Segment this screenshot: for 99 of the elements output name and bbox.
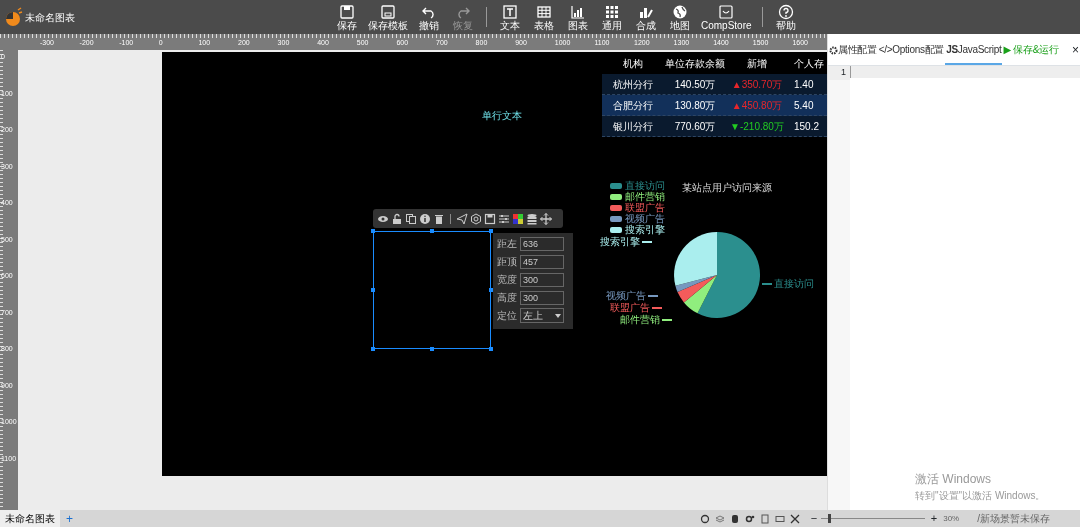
legend-label: 直接访问 [624,180,665,191]
legend-label: 邮件营销 [624,191,665,202]
text-label: 单行文本 [482,109,522,123]
fullscreen-icon[interactable] [789,513,800,524]
circle-icon[interactable] [699,513,710,524]
table-cell-text: 150.2 [793,119,820,134]
send-icon[interactable] [456,212,468,225]
table-cell-text: ▲350.70万 [730,77,784,92]
table-cell-text: ▼-210.80万 [729,119,785,134]
help-icon [777,3,794,20]
panel-tab[interactable]: 属性配置 [828,34,878,65]
slice-label: 直接访问 [774,278,814,289]
panel-tab[interactable]: </>Options配置 [877,34,946,65]
grid-icon [604,3,620,20]
app-title: 未命名图表 [25,10,75,25]
watermark-title: 激活 Windows [915,471,992,488]
slider-thumb[interactable] [828,514,832,523]
slice-label: 联盟广告 [610,302,650,313]
position-select[interactable]: 左上 [520,308,564,323]
table-cell-text: 130.80万 [673,98,717,113]
sliders-icon[interactable] [498,212,510,225]
toolbar-button[interactable]: 图表 [561,1,595,33]
toolbar-button[interactable]: 文本 [493,1,527,33]
slice-label: 邮件营销 [620,314,660,325]
text-icon [502,3,518,20]
trash-icon[interactable] [433,212,445,225]
input-field[interactable]: 457 [520,254,564,269]
input-field[interactable]: 300 [520,272,564,287]
document-icon[interactable] [759,513,770,524]
toolbar-button[interactable]: 保存 [330,1,364,33]
save-icon [339,3,355,20]
slice-label: 视频广告 [606,290,646,301]
scene-tab[interactable]: 未命名图表 [0,510,60,527]
toolbar-button[interactable]: 撤销 [412,1,446,33]
selection-frame[interactable] [373,231,491,349]
resize-handle[interactable] [430,347,434,351]
save-status: /新场景暂未保存 [977,512,1050,526]
field-label: 距左 [497,237,517,251]
field-label: 高度 [497,291,517,305]
table-cell-text: 770.60万 [673,119,717,134]
table-cell-text: 5.40 [793,98,814,113]
column-header: 机构 [622,56,644,71]
table-cell-text: 合肥分行 [612,98,654,113]
move-icon[interactable] [540,212,552,225]
legend-label: 搜索引擎 [624,224,665,235]
resize-handle[interactable] [371,229,375,233]
lock-icon[interactable] [391,212,403,225]
zoom-out-button[interactable]: − [809,512,819,525]
globe-icon [672,3,688,20]
field-label: 定位 [497,309,517,323]
caret-icon [555,313,561,318]
palette-icon[interactable] [512,212,524,225]
column-header: 个人存 [793,56,824,71]
run-button[interactable]: ▶ 保存&运行 [1002,42,1060,57]
resize-handle[interactable] [489,347,493,351]
toolbar-button[interactable]: 帮助 [768,1,803,33]
slice-label: 搜索引擎 [600,236,640,247]
line-number: 1 [828,66,850,80]
input-field[interactable]: 636 [520,236,564,251]
legend-label: 联盟广告 [624,202,665,213]
toolbar-button[interactable]: 表格 [527,1,561,33]
legend-label: 视频广告 [624,213,665,224]
table-cell-text: 杭州分行 [612,77,654,92]
toolbar-button[interactable]: 合成 [629,1,663,33]
toolbar-button[interactable]: 保存模板 [364,1,412,33]
table-row[interactable]: 合肥分行 130.80万 ▲450.80万 5.40 [602,95,827,116]
column-header: 新增 [746,56,768,71]
field-label: 宽度 [497,273,517,287]
input-field[interactable]: 300 [520,290,564,305]
resize-handle[interactable] [371,288,375,292]
store-icon [718,3,735,20]
hexagon-icon[interactable] [470,212,482,225]
table-row[interactable]: 银川分行 770.60万 ▼-210.80万 150.2 [602,116,827,137]
close-button[interactable]: × [1071,42,1080,57]
table-icon [536,3,552,20]
column-header: 单位存款余额 [664,56,726,71]
chart-icon [570,3,586,20]
toolbar-button[interactable]: CompStore [697,1,756,33]
zoom-level: 30% [943,512,960,525]
field-label: 距顶 [497,255,517,269]
table-row[interactable]: 杭州分行 140.50万 ▲350.70万 1.40 [602,74,827,95]
template-icon [380,3,396,20]
watermark-hint: 转到"设置"以激活 Windows。 [915,489,1046,503]
table-cell-text: 银川分行 [612,119,654,134]
table-cell-text: 140.50万 [673,77,717,92]
resize-handle[interactable] [489,229,493,233]
resize-handle[interactable] [430,229,434,233]
save-icon[interactable] [484,212,496,225]
toolbar-button[interactable]: 地图 [663,1,697,33]
resize-handle[interactable] [489,288,493,292]
copy-icon[interactable] [405,212,417,225]
table-cell-text: 1.40 [793,77,814,92]
chart-title: 某站点用户访问来源 [682,181,772,195]
info-icon[interactable] [419,212,431,225]
keyboard-icon[interactable] [774,513,785,524]
resize-handle[interactable] [371,347,375,351]
table-cell-text: ▲450.80万 [730,98,784,113]
toolbar-button[interactable]: 通用 [595,1,629,33]
zoom-in-button[interactable]: + [929,512,939,525]
